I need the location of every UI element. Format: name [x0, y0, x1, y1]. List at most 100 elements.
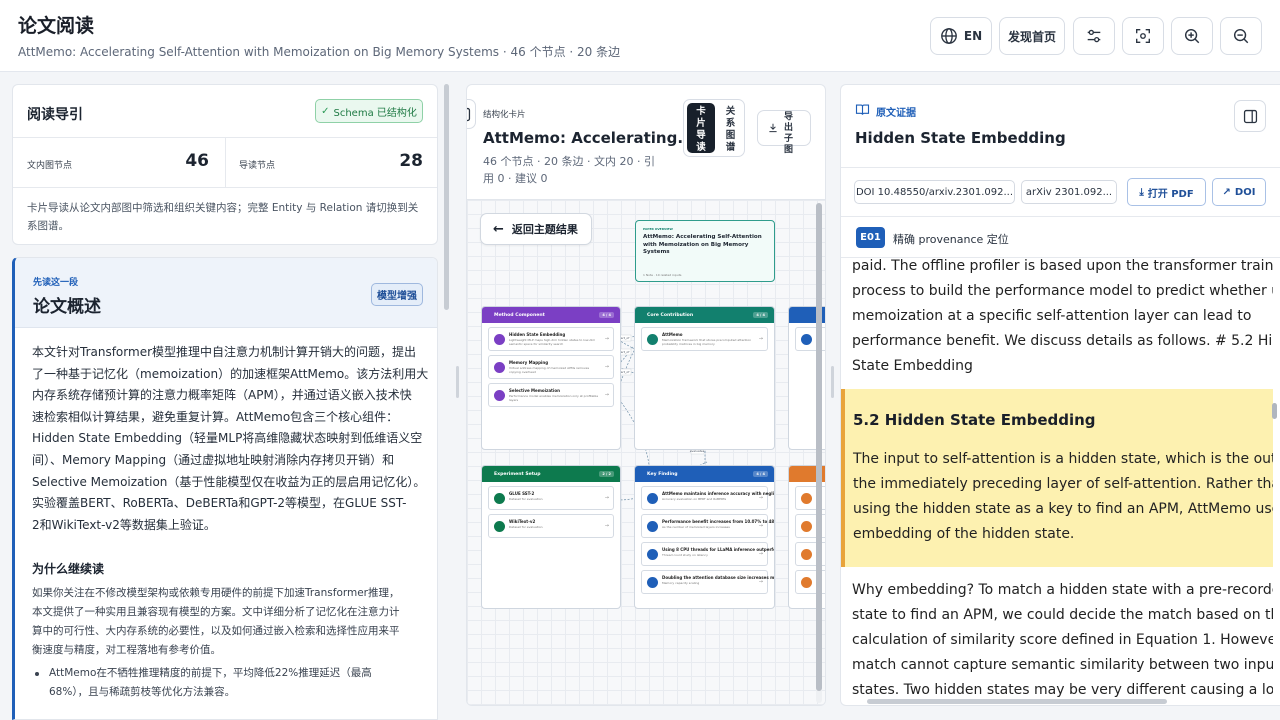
arxiv-chip[interactable]: arXiv 2301.092...	[1021, 180, 1117, 204]
evidence-locator-badge: E01	[856, 227, 885, 248]
pdf-text-before: paid. The offline profiler is based upon…	[852, 258, 1273, 379]
pdf-horizontal-scrollbar[interactable]	[867, 699, 1167, 704]
pdf-line: The input to self-attention is a hidden …	[853, 451, 1273, 467]
check-icon: ✓	[321, 105, 330, 117]
download-icon	[769, 123, 777, 133]
sidebar-toggle-icon	[467, 107, 471, 122]
card-guide-tab[interactable]: 卡片导读	[687, 103, 715, 153]
structured-cards-panel: 结构化卡片 AttMemo: Accelerating... 46 个节点 · …	[466, 84, 826, 706]
graph-node[interactable]: GLUE SST-2 Dataset for evaluation →	[488, 486, 614, 510]
resize-handle-right[interactable]	[831, 366, 834, 398]
reading-guide-panel: 阅读导引 ✓ Schema 已结构化 文内图节点 46 导读节点 28 卡片导读从…	[12, 84, 438, 245]
graph-node-icon	[494, 390, 505, 401]
doi-chip[interactable]: DOI 10.48550/arxiv.2301.092...	[854, 180, 1015, 204]
graph-node-title: Hidden State Embedding	[509, 332, 566, 337]
overview-kicker: 先读这一段	[33, 278, 79, 288]
overview-panel: 先读这一段 论文概述 模型增强 本文针对Transformer模型推理中自注意力…	[12, 257, 438, 720]
graph-node[interactable]: Memory Mapping Virtual address mapping of…	[488, 355, 614, 379]
open-pdf-button[interactable]: ⤓ 打开 PDF	[1127, 178, 1206, 206]
graph-node-icon	[494, 493, 505, 504]
canvas-scrollbar-thumb[interactable]	[816, 203, 822, 691]
pdf-scrollbar-thumb[interactable]	[1272, 403, 1277, 419]
zoom-in-icon	[1184, 28, 1200, 44]
why-read-line: 本文提供了一种实用且兼容现有模型的方案。文中详细分析了记忆化在注意力计	[32, 606, 400, 618]
zoom-in-button[interactable]	[1171, 17, 1213, 55]
graph-node-icon	[801, 521, 812, 532]
highlight-text: The input to self-attention is a hidden …	[853, 447, 1273, 547]
collapse-left-button[interactable]	[467, 99, 476, 129]
graph-node-icon	[494, 521, 505, 532]
graph-group-header: Core Contribution 4 / 4	[635, 307, 774, 323]
sliders-icon	[1087, 29, 1101, 43]
graph-group-card[interactable]: Method Component 4 / 4 Hidden State Embedd…	[481, 306, 621, 450]
stat-label-guide-nodes: 导读节点	[239, 161, 276, 171]
overview-title: 论文概述	[33, 297, 101, 317]
graph-node[interactable]: WikiText-v2 Dataset for evaluation →	[488, 514, 614, 538]
arrow-right-icon: →	[604, 336, 609, 342]
graph-node[interactable]: AttMemo Memoization framework that stores…	[641, 327, 768, 351]
arrow-right-icon: →	[604, 392, 609, 398]
graph-node[interactable]: Doubling the attention database size inc…	[641, 570, 774, 594]
overview-line: Hidden State Embedding（轻量MLP将高维隐藏状态映射到低维…	[32, 431, 423, 446]
model-enhance-badge: 模型增强	[371, 283, 423, 306]
graph-group-name: Key Finding	[647, 471, 678, 477]
pdf-line: Why embedding? To match a hidden state w…	[852, 582, 1273, 598]
graph-group-card[interactable]: Core Contribution 4 / 4 AttMemo Memoization…	[634, 306, 775, 450]
pdf-line: State Embedding	[852, 358, 973, 374]
export-label: 导出子图	[784, 112, 794, 155]
left-scrollbar-thumb[interactable]	[444, 84, 449, 310]
graph-node[interactable]: Performance benefit increases from 10.07…	[641, 514, 774, 538]
graph-group-header: Key Finding 4 / 4	[635, 466, 774, 482]
stat-value-guide-nodes: 28	[399, 151, 423, 171]
graph-group-header: Experiment Setup 2 / 2	[482, 466, 620, 482]
guide-title: 阅读导引	[27, 107, 83, 123]
paper-title-node[interactable]: PAPER OVERVIEW AttMemo: Accelerating Sel…	[635, 220, 775, 282]
cards-meta-line2: 用 0 · 建议 0	[483, 172, 548, 185]
doi-link-button[interactable]: ↗ DOI	[1212, 178, 1266, 206]
graph-node-desc: Performance model enables memoization on…	[509, 395, 599, 402]
bullet-line: AttMemo在不牺牲推理精度的前提下，平均降低22%推理延迟（最高	[49, 667, 372, 679]
graph-node-icon	[647, 334, 658, 345]
why-read-paragraph: 如果你关注在不修改模型架构或依赖专用硬件的前提下加速Transformer推理，…	[32, 584, 432, 660]
external-link-icon: ↗	[1222, 186, 1231, 198]
collapse-right-button[interactable]	[1234, 100, 1266, 132]
paper-node-kicker: PAPER OVERVIEW	[643, 227, 673, 231]
relation-graph-tab[interactable]: 关系图谱	[718, 103, 743, 153]
why-read-title: 为什么继续读	[32, 562, 105, 576]
overview-line: 速检索相似计算结果，避免重复计算。AttMemo包含三个核心组件：	[32, 409, 399, 424]
zoom-out-button[interactable]	[1220, 17, 1262, 55]
graph-group-card[interactable]: Experiment Setup 2 / 2 GLUE SST-2 Dataset f…	[481, 465, 621, 609]
page-title: 论文阅读	[18, 15, 95, 37]
overview-line: 内存系统存储预计算的注意力概率矩阵（APM），并通过语义嵌入技术快	[32, 388, 412, 403]
language-button[interactable]: EN	[930, 17, 992, 55]
graph-node-title: GLUE SST-2	[509, 491, 535, 496]
export-subgraph-button[interactable]: 导出子图	[757, 110, 811, 155]
discover-home-button[interactable]: 发现首页	[999, 17, 1065, 55]
focus-view-button[interactable]	[1122, 17, 1164, 55]
stat-label-graph-nodes: 文内图节点	[27, 161, 73, 171]
graph-group-count: 4 / 4	[753, 312, 768, 318]
graph-node[interactable]: AttMemo maintains inference accuracy wit…	[641, 486, 774, 510]
graph-node-title: WikiText-v2	[509, 519, 536, 524]
graph-node[interactable]: Selective Memoization Performance model e…	[488, 383, 614, 407]
sidebar-toggle-icon	[1243, 109, 1258, 124]
graph-node-icon	[494, 334, 505, 345]
graph-node[interactable]: Hidden State Embedding Lightweight MLP ma…	[488, 327, 614, 351]
why-read-line: 衡速度与精度，对工程落地有参考价值。	[32, 644, 221, 656]
graph-group-name: Core Contribution	[647, 312, 694, 318]
pdf-line: paid. The offline profiler is based upon…	[852, 258, 1273, 274]
overview-line: 2和WikiText-v2等数据集上验证。	[32, 517, 216, 532]
graph-canvas[interactable]: ←返回主题结果 part_ofpart_ofpart_ofpart_ofeval…	[467, 199, 825, 705]
graph-node[interactable]: Using 8 CPU threads for LLaMA inference …	[641, 542, 774, 566]
graph-node-icon	[801, 549, 812, 560]
schema-status-badge: ✓ Schema 已结构化	[315, 99, 423, 123]
pdf-viewport[interactable]: paid. The offline profiler is based upon…	[841, 258, 1273, 705]
paper-node-title: AttMemo: Accelerating Self-Attention wit…	[643, 234, 762, 255]
view-toggle: 卡片导读 关系图谱	[683, 99, 745, 157]
pdf-line: match cannot capture semantic similarity…	[852, 657, 1273, 673]
graph-group-card[interactable]: Key Finding 4 / 4 AttMemo maintains infere…	[634, 465, 775, 609]
pdf-line: state to find an APM, we could decide th…	[852, 607, 1273, 623]
graph-node-icon	[801, 577, 812, 588]
filter-settings-button[interactable]	[1073, 17, 1115, 55]
resize-handle-left[interactable]	[456, 366, 459, 398]
